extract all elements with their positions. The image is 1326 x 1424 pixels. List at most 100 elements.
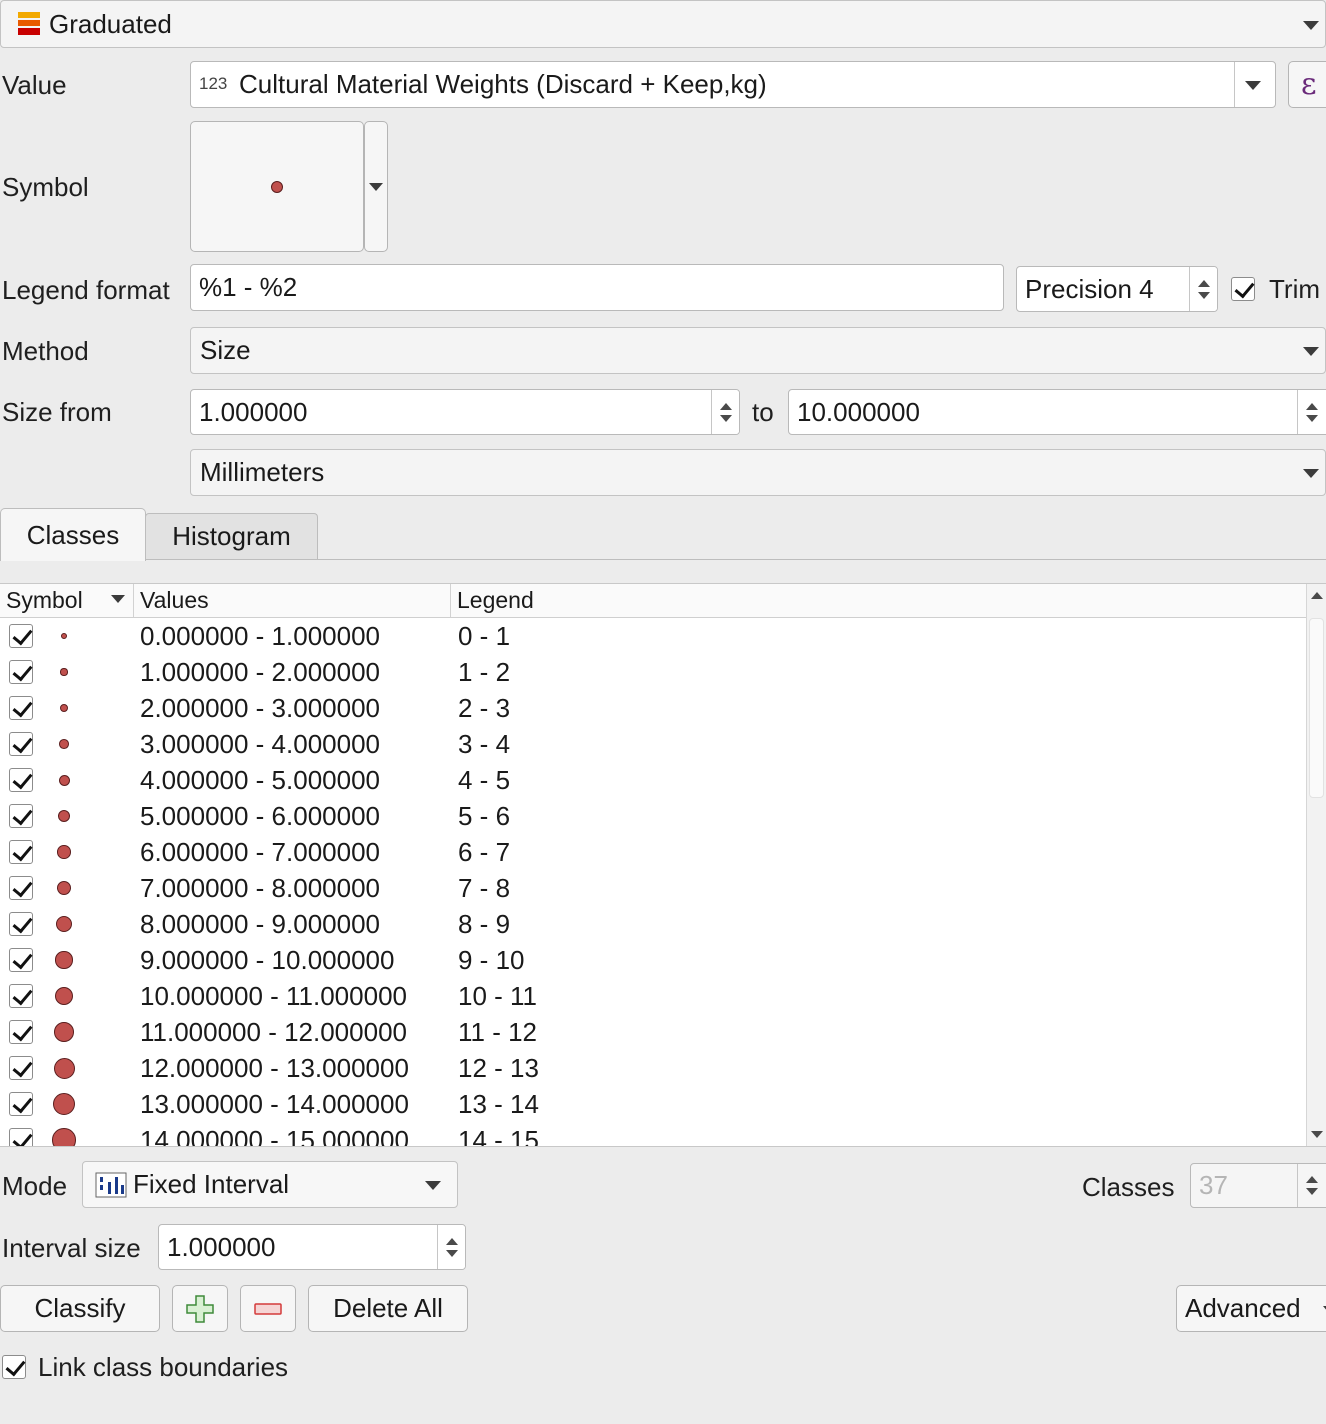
interval-size-spinbox[interactable]: 1.000000 [158, 1224, 466, 1270]
remove-class-button[interactable] [240, 1285, 296, 1332]
classes-count-spinbox[interactable]: 37 [1190, 1163, 1326, 1208]
class-legend-cell[interactable]: 13 - 14 [458, 1088, 539, 1120]
class-legend-cell[interactable]: 5 - 6 [458, 800, 510, 832]
class-legend-cell[interactable]: 14 - 15 [458, 1124, 539, 1146]
class-visible-checkbox[interactable] [9, 984, 33, 1008]
class-visible-checkbox[interactable] [9, 1092, 33, 1116]
class-visible-checkbox[interactable] [9, 696, 33, 720]
class-values-cell[interactable]: 8.000000 - 9.000000 [140, 908, 380, 940]
symbol-menu-button[interactable] [364, 121, 388, 252]
column-header-legend[interactable]: Legend [451, 584, 1306, 618]
table-row[interactable]: 13.000000 - 14.000000 13 - 14 [0, 1086, 1305, 1122]
class-symbol-icon[interactable] [53, 1057, 75, 1079]
table-row[interactable]: 7.000000 - 8.000000 7 - 8 [0, 870, 1305, 906]
trim-checkbox[interactable] [1231, 277, 1255, 301]
class-values-cell[interactable]: 6.000000 - 7.000000 [140, 836, 380, 868]
class-visible-checkbox[interactable] [9, 768, 33, 792]
class-values-cell[interactable]: 1.000000 - 2.000000 [140, 656, 380, 688]
class-values-cell[interactable]: 5.000000 - 6.000000 [140, 800, 380, 832]
class-legend-cell[interactable]: 2 - 3 [458, 692, 510, 724]
link-class-boundaries-checkbox[interactable] [2, 1355, 26, 1379]
table-row[interactable]: 9.000000 - 10.000000 9 - 10 [0, 942, 1305, 978]
table-row[interactable]: 2.000000 - 3.000000 2 - 3 [0, 690, 1305, 726]
class-values-cell[interactable]: 10.000000 - 11.000000 [140, 980, 407, 1012]
class-symbol-icon[interactable] [54, 986, 74, 1006]
precision-stepper[interactable] [1189, 267, 1217, 311]
class-visible-checkbox[interactable] [9, 1128, 33, 1146]
class-legend-cell[interactable]: 12 - 13 [458, 1052, 539, 1084]
size-from-stepper[interactable] [711, 390, 739, 434]
value-field-select[interactable]: 123 Cultural Material Weights (Discard +… [190, 61, 1276, 108]
classes-count-stepper[interactable] [1297, 1164, 1325, 1207]
class-values-cell[interactable]: 13.000000 - 14.000000 [140, 1088, 409, 1120]
class-visible-checkbox[interactable] [9, 660, 33, 684]
size-from-spinbox[interactable]: 1.000000 [190, 389, 740, 435]
method-select[interactable]: Size [190, 327, 1326, 374]
class-legend-cell[interactable]: 6 - 7 [458, 836, 510, 868]
table-row[interactable]: 3.000000 - 4.000000 3 - 4 [0, 726, 1305, 762]
class-visible-checkbox[interactable] [9, 1056, 33, 1080]
class-visible-checkbox[interactable] [9, 912, 33, 936]
table-row[interactable]: 1.000000 - 2.000000 1 - 2 [0, 654, 1305, 690]
class-legend-cell[interactable]: 3 - 4 [458, 728, 510, 760]
scroll-thumb[interactable] [1309, 618, 1324, 798]
interval-size-stepper[interactable] [437, 1225, 465, 1269]
class-symbol-icon[interactable] [54, 1022, 74, 1042]
size-unit-select[interactable]: Millimeters [190, 449, 1326, 496]
class-values-cell[interactable]: 2.000000 - 3.000000 [140, 692, 380, 724]
expression-button[interactable]: ε [1288, 61, 1326, 108]
table-row[interactable]: 14.000000 - 15.000000 14 - 15 [0, 1122, 1305, 1146]
table-row[interactable]: 5.000000 - 6.000000 5 - 6 [0, 798, 1305, 834]
size-to-spinbox[interactable]: 10.000000 [788, 389, 1326, 435]
class-legend-cell[interactable]: 1 - 2 [458, 656, 510, 688]
class-symbol-icon[interactable] [60, 668, 68, 676]
class-legend-cell[interactable]: 4 - 5 [458, 764, 510, 796]
class-visible-checkbox[interactable] [9, 876, 33, 900]
class-symbol-icon[interactable] [52, 1128, 76, 1146]
class-visible-checkbox[interactable] [9, 1020, 33, 1044]
class-values-cell[interactable]: 7.000000 - 8.000000 [140, 872, 380, 904]
class-values-cell[interactable]: 0.000000 - 1.000000 [140, 620, 380, 652]
class-legend-cell[interactable]: 9 - 10 [458, 944, 525, 976]
delete-all-button[interactable]: Delete All [308, 1285, 468, 1332]
tab-histogram[interactable]: Histogram [145, 513, 318, 559]
class-legend-cell[interactable]: 11 - 12 [458, 1016, 537, 1048]
class-values-cell[interactable]: 12.000000 - 13.000000 [140, 1052, 409, 1084]
column-header-symbol[interactable]: Symbol [0, 584, 134, 618]
class-visible-checkbox[interactable] [9, 804, 33, 828]
class-symbol-icon[interactable] [59, 703, 69, 713]
legend-format-input[interactable]: %1 - %2 [190, 264, 1004, 311]
class-values-cell[interactable]: 3.000000 - 4.000000 [140, 728, 380, 760]
classify-button[interactable]: Classify [0, 1285, 160, 1332]
table-row[interactable]: 4.000000 - 5.000000 4 - 5 [0, 762, 1305, 798]
add-class-button[interactable] [172, 1285, 228, 1332]
class-symbol-icon[interactable] [57, 809, 71, 823]
renderer-select[interactable]: Graduated [0, 0, 1326, 48]
table-row[interactable]: 11.000000 - 12.000000 11 - 12 [0, 1014, 1305, 1050]
table-row[interactable]: 12.000000 - 13.000000 12 - 13 [0, 1050, 1305, 1086]
mode-select[interactable]: Fixed Interval [82, 1161, 458, 1208]
precision-spinbox[interactable]: Precision 4 [1016, 266, 1218, 312]
table-row[interactable]: 0.000000 - 1.000000 0 - 1 [0, 618, 1305, 654]
class-symbol-icon[interactable] [56, 880, 72, 896]
table-scrollbar[interactable] [1306, 584, 1326, 1146]
size-to-stepper[interactable] [1297, 390, 1325, 434]
class-symbol-icon[interactable] [52, 1092, 76, 1116]
class-visible-checkbox[interactable] [9, 732, 33, 756]
class-visible-checkbox[interactable] [9, 840, 33, 864]
class-symbol-icon[interactable] [58, 774, 70, 786]
class-legend-cell[interactable]: 10 - 11 [458, 980, 537, 1012]
class-legend-cell[interactable]: 0 - 1 [458, 620, 510, 652]
class-values-cell[interactable]: 9.000000 - 10.000000 [140, 944, 394, 976]
column-header-values[interactable]: Values [134, 584, 451, 618]
table-row[interactable]: 6.000000 - 7.000000 6 - 7 [0, 834, 1305, 870]
class-symbol-icon[interactable] [56, 916, 72, 932]
class-symbol-icon[interactable] [57, 845, 71, 859]
class-symbol-icon[interactable] [55, 951, 73, 969]
class-symbol-icon[interactable] [61, 633, 67, 639]
classes-table[interactable]: Symbol Values Legend 0.000000 - 1.000000… [0, 583, 1326, 1147]
symbol-preview-button[interactable] [190, 121, 364, 252]
tab-classes[interactable]: Classes [0, 508, 146, 561]
advanced-menu-button[interactable]: Advanced [1176, 1285, 1326, 1332]
table-row[interactable]: 10.000000 - 11.000000 10 - 11 [0, 978, 1305, 1014]
